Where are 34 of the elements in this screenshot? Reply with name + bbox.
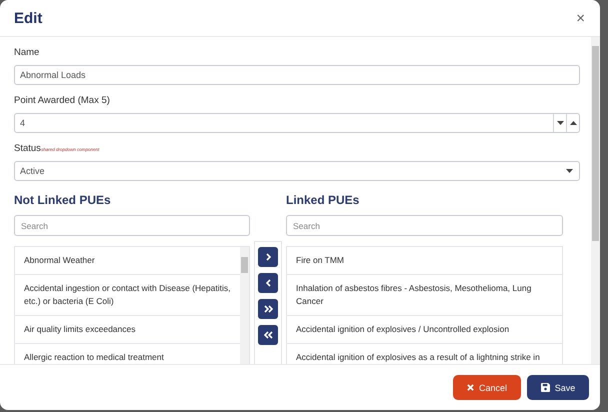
move-right-button[interactable] (258, 247, 278, 267)
caret-up-icon (570, 121, 576, 125)
save-button[interactable]: Save (527, 375, 589, 400)
scrollbar[interactable] (240, 247, 249, 364)
increment-button[interactable] (566, 114, 579, 132)
move-left-button[interactable] (258, 273, 278, 293)
close-button[interactable]: × (574, 10, 587, 26)
cancel-button[interactable]: Cancel (453, 375, 521, 400)
field-label: Name (14, 47, 40, 58)
list-item[interactable]: Fire on TMM (287, 247, 562, 275)
list-item[interactable]: Accidental ignition of explosives / Uncontrolled explosion (287, 316, 562, 344)
list-item[interactable]: Inhalation of asbestos fibres - Asbestosis, Mesothelioma, Lung Cancer (287, 275, 562, 316)
field-label: Status (14, 143, 41, 154)
field-label: Point Awarded (Max 5) (14, 95, 110, 106)
search-field[interactable]: Search (286, 215, 563, 236)
list-item[interactable]: Accidental ignition of explosives as a result of a lightning strike in (287, 344, 562, 364)
caret-down-icon (556, 121, 564, 125)
list-heading: Not Linked PUEs (14, 193, 112, 207)
status-dropdown[interactable]: Active (14, 161, 580, 181)
dialog-title: Edit (14, 10, 42, 26)
number-field[interactable]: 4 (14, 113, 580, 133)
caret-down-icon (566, 169, 573, 173)
scrollbar[interactable] (591, 37, 600, 364)
double-chevron-right-icon (264, 305, 272, 313)
close-icon (466, 384, 474, 391)
move-all-left-button[interactable] (258, 325, 278, 345)
name-field[interactable]: Abnormal Loads (14, 65, 580, 85)
double-chevron-left-icon (264, 331, 272, 339)
move-all-right-button[interactable] (258, 299, 278, 319)
decrement-button[interactable] (553, 114, 566, 132)
list-heading: Linked PUEs (286, 193, 360, 207)
search-field[interactable]: Search (14, 215, 250, 236)
chevron-right-icon (266, 253, 270, 261)
chevron-left-icon (266, 279, 270, 287)
